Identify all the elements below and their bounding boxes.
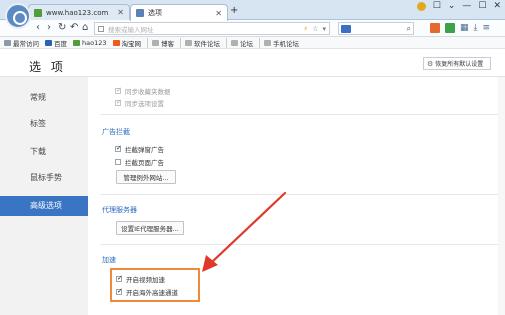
bookmark-item[interactable]: hao123 — [73, 39, 107, 47]
bookmark-item[interactable]: 淘宝网 — [112, 38, 142, 48]
bookmark-item[interactable]: 软件论坛 — [180, 37, 220, 48]
bookmark-label: 最常访问 — [13, 39, 39, 48]
bookmark-label: 博客 — [161, 39, 174, 48]
lock-icon[interactable] — [416, 1, 426, 11]
block-popup-ads-checkbox[interactable] — [115, 144, 122, 152]
accelerate-section-title: 加速 — [102, 256, 116, 264]
close-tab-icon[interactable]: ✕ — [215, 9, 222, 18]
menu-lines-icon[interactable]: ≡ — [483, 23, 491, 33]
options-favicon-icon — [136, 9, 144, 17]
navigation-bar: ‹ › ↻ ↶ ⌂ 搜索或输入网址 ⚡ ☆ ▾ ⌕ ▦ ⤓ ≡ — [0, 20, 505, 37]
dropdown-icon[interactable]: ▾ — [322, 25, 326, 33]
bookmark-item[interactable]: 论坛 — [226, 37, 253, 48]
close-tab-icon[interactable]: ✕ — [117, 8, 124, 17]
bookmark-label: 淘宝网 — [121, 39, 142, 48]
sidebar-item-download[interactable]: 下载 — [0, 142, 88, 162]
close-window-icon[interactable]: ✕ — [493, 1, 501, 11]
restore-defaults-button[interactable]: ⚙ 恢复所有默认设置 — [423, 57, 491, 70]
checkbox-label: 同步选项设置 — [125, 100, 164, 108]
minimize-icon[interactable]: — — [462, 1, 471, 11]
bookmark-item[interactable]: 最常访问 — [4, 38, 39, 48]
tab-title: 选项 — [148, 9, 162, 17]
ie-proxy-settings-button[interactable]: 设置IE代理服务器... — [116, 221, 184, 235]
sync-settings-option[interactable]: 同步选项设置 — [115, 98, 164, 108]
manage-exceptions-button[interactable]: 管理例外网站... — [116, 170, 176, 184]
bookmark-label: 百度 — [54, 39, 67, 48]
hao123-icon — [73, 39, 80, 46]
flash-icon[interactable]: ⚡ — [303, 25, 308, 33]
bookmark-item[interactable]: 博客 — [147, 37, 174, 48]
extension-orange-icon[interactable] — [430, 23, 440, 33]
bookmark-label: 软件论坛 — [194, 39, 220, 48]
folder-icon — [231, 39, 238, 46]
maximize-icon[interactable]: ☐ — [478, 1, 486, 11]
search-engine-icon[interactable] — [341, 24, 351, 33]
new-tab-button[interactable]: + — [230, 5, 238, 16]
browser-logo-icon[interactable] — [5, 3, 31, 29]
bookmark-label: 论坛 — [240, 39, 253, 48]
forward-icon[interactable]: › — [47, 22, 51, 33]
bookmark-item[interactable]: 手机论坛 — [259, 37, 299, 48]
sync-favorites-option[interactable]: 同步收藏夹数据 — [115, 86, 171, 96]
checkbox-label: 拦截弹窗广告 — [125, 146, 164, 154]
folder-icon — [152, 39, 159, 46]
sidebar-item-mouse-gestures[interactable]: 鼠标手势 — [0, 168, 88, 188]
address-bar[interactable]: 搜索或输入网址 ⚡ ☆ ▾ — [94, 22, 330, 35]
sidebar: 常规 标签 下载 鼠标手势 高级选项 — [0, 77, 88, 315]
block-page-ads-checkbox[interactable] — [115, 159, 121, 165]
restore-defaults-label: 恢复所有默认设置 — [435, 61, 484, 68]
bookmark-label: 手机论坛 — [273, 39, 299, 48]
page-title: 选 项 — [29, 60, 66, 74]
sidebar-item-general[interactable]: 常规 — [0, 88, 88, 108]
scrollbar[interactable] — [498, 77, 505, 315]
section-divider — [100, 244, 498, 245]
sync-settings-checkbox[interactable] — [115, 98, 122, 106]
download-icon[interactable]: ⤓ — [474, 23, 478, 33]
highlight-box — [110, 268, 200, 302]
section-divider — [100, 114, 498, 115]
sidebar-item-tabs[interactable]: 标签 — [0, 114, 88, 134]
bookmark-item[interactable]: 百度 — [45, 38, 67, 48]
folder-icon — [185, 39, 192, 46]
refresh-icon[interactable]: ↻ — [58, 22, 66, 33]
tab-title: www.hao123.com — [46, 8, 109, 17]
folder-icon — [264, 39, 271, 46]
baidu-icon — [45, 39, 52, 46]
gear-icon: ⚙ — [427, 59, 434, 68]
taobao-icon — [112, 39, 120, 46]
sync-favorites-checkbox[interactable] — [115, 86, 122, 94]
bookmark-label: hao123 — [82, 38, 107, 47]
checkbox-label: 拦截页面广告 — [125, 159, 164, 167]
home-icon[interactable]: ⌂ — [82, 22, 88, 33]
bookmarks-bar: 最常访问 百度 hao123 淘宝网 博客 软件论坛 论坛 手机论坛 — [0, 37, 505, 49]
window-controls: ☐ ⌄ — ☐ ✕ — [416, 1, 501, 11]
page-icon — [98, 25, 104, 32]
menu-icon[interactable]: ⌄ — [448, 1, 456, 11]
tab-hao123[interactable]: www.hao123.com ✕ — [28, 4, 130, 20]
checkbox-label: 同步收藏夹数据 — [125, 88, 171, 96]
hao123-favicon-icon — [34, 8, 42, 17]
extension-green-icon[interactable] — [445, 23, 455, 33]
grid-icon[interactable]: ▦ — [460, 23, 469, 33]
section-divider — [100, 194, 498, 195]
tab-options[interactable]: 选项 ✕ — [130, 4, 228, 21]
back-icon[interactable]: ‹ — [36, 22, 40, 33]
block-page-ads-option[interactable]: 拦截页面广告 — [115, 157, 164, 167]
undo-icon[interactable]: ↶ — [70, 22, 78, 33]
skin-icon[interactable]: ☐ — [433, 1, 441, 11]
sidebar-item-advanced[interactable]: 高级选项 — [0, 196, 88, 216]
block-popup-ads-option[interactable]: 拦截弹窗广告 — [115, 144, 164, 154]
adblock-section-title: 广告拦截 — [102, 128, 130, 136]
proxy-section-title: 代理服务器 — [102, 206, 137, 214]
bookmark-icon — [4, 39, 11, 46]
toolbar-icons: ▦ ⤓ ≡ — [430, 23, 490, 33]
title-bar: www.hao123.com ✕ 选项 ✕ + ☐ ⌄ — ☐ ✕ — [0, 0, 505, 29]
favorite-star-icon[interactable]: ☆ — [312, 25, 318, 33]
search-box[interactable]: ⌕ — [338, 22, 414, 35]
search-icon[interactable]: ⌕ — [407, 24, 411, 34]
address-placeholder: 搜索或输入网址 — [108, 25, 154, 34]
